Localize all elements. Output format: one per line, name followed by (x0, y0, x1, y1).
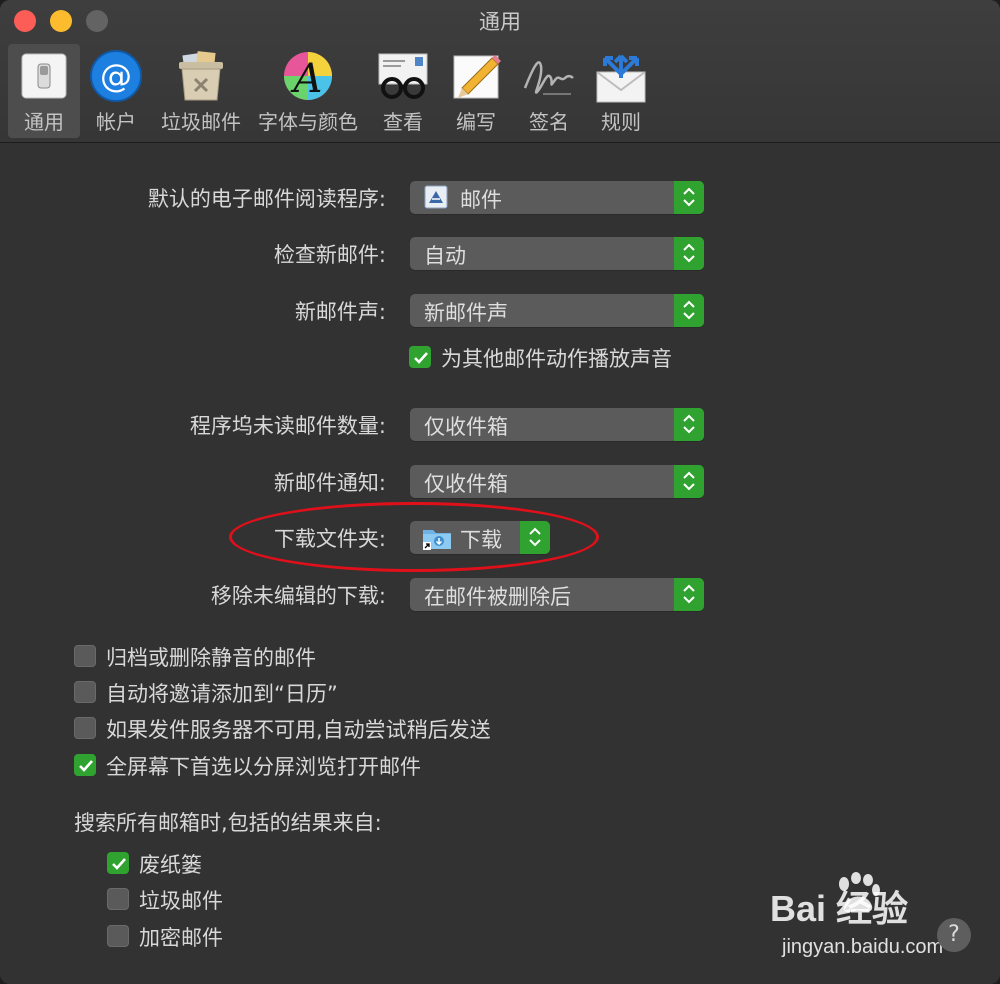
svg-text:A: A (290, 56, 323, 102)
tab-rules-label: 规则 (601, 110, 641, 134)
notifications-value: 仅收件箱 (424, 472, 508, 496)
tab-general[interactable]: 通用 (8, 44, 80, 138)
check-mail-label: 检查新邮件: (273, 243, 386, 267)
junk-bin-icon (179, 51, 223, 101)
search-encrypted-checkbox[interactable] (107, 925, 129, 947)
search-junk-checkbox[interactable] (107, 888, 129, 910)
search-junk-label: 垃圾邮件 (139, 889, 223, 913)
new-mail-sound-label: 新邮件声: (294, 300, 386, 324)
baidu-watermark: Bai 经验 (770, 888, 909, 929)
titlebar-toolbar: 通用 通用 @ 帐户 垃圾邮件 A 字体与颜色 查看 编写 签名 规则 (0, 0, 1000, 143)
tab-composing-label: 编写 (456, 110, 496, 134)
archive-muted-label: 归档或删除静音的邮件 (106, 646, 316, 670)
tab-viewing[interactable]: 查看 (370, 44, 436, 138)
tab-junk-label: 垃圾邮件 (161, 110, 241, 134)
chevron-up-down-icon (674, 294, 704, 327)
font-color-icon: A (284, 52, 332, 102)
preferences-window: 通用 通用 @ 帐户 垃圾邮件 A 字体与颜色 查看 编写 签名 规则 默认的电… (0, 0, 1000, 984)
add-invitations-label: 自动将邀请添加到“日历” (106, 682, 338, 706)
window-title: 通用 (479, 10, 521, 34)
at-sign-icon: @ (90, 50, 142, 102)
split-view-checkbox[interactable] (74, 754, 96, 776)
tab-junk[interactable]: 垃圾邮件 (156, 44, 246, 138)
tab-fonts-colors-label: 字体与颜色 (258, 110, 358, 134)
help-button[interactable]: ? (937, 918, 971, 952)
split-view-label: 全屏幕下首选以分屏浏览打开邮件 (106, 755, 421, 779)
chevron-up-down-icon (674, 237, 704, 270)
new-mail-sound-popup[interactable]: 新邮件声 (410, 294, 704, 327)
checkmark-icon (112, 858, 126, 870)
retry-send-label: 如果发件服务器不可用,自动尝试稍后发送 (106, 718, 491, 742)
archive-muted-checkbox[interactable] (74, 645, 96, 667)
chevron-up-down-icon (674, 408, 704, 441)
play-sounds-checkbox[interactable] (409, 346, 431, 368)
search-trash-label: 废纸篓 (139, 853, 202, 877)
tab-rules[interactable]: 规则 (590, 44, 652, 138)
play-sounds-label: 为其他邮件动作播放声音 (441, 347, 672, 371)
glasses-envelope-icon (378, 53, 428, 99)
default-reader-popup[interactable]: 邮件 (410, 181, 704, 214)
chevron-up-down-icon (674, 465, 704, 498)
default-reader-value: 邮件 (460, 188, 502, 212)
dock-unread-popup[interactable]: 仅收件箱 (410, 408, 704, 441)
dock-unread-label: 程序坞未读邮件数量: (189, 414, 386, 438)
new-mail-sound-value: 新邮件声 (424, 301, 508, 325)
remove-downloads-label: 移除未编辑的下载: (210, 584, 386, 608)
chevron-up-down-icon (674, 181, 704, 214)
check-mail-value: 自动 (424, 244, 466, 268)
tab-fonts-colors[interactable]: A 字体与颜色 (254, 44, 362, 138)
check-mail-popup[interactable]: 自动 (410, 237, 704, 270)
rules-envelope-icon (596, 54, 646, 103)
notifications-popup[interactable]: 仅收件箱 (410, 465, 704, 498)
retry-send-checkbox[interactable] (74, 717, 96, 739)
default-reader-label: 默认的电子邮件阅读程序: (147, 187, 386, 211)
remove-downloads-value: 在邮件被删除后 (424, 585, 571, 609)
tab-signatures[interactable]: 签名 (516, 44, 582, 138)
search-trash-checkbox[interactable] (107, 852, 129, 874)
mail-app-icon (424, 185, 448, 209)
baidu-watermark-url: jingyan.baidu.com (782, 936, 944, 958)
tab-composing[interactable]: 编写 (444, 44, 508, 138)
search-encrypted-label: 加密邮件 (139, 926, 223, 950)
add-invitations-checkbox[interactable] (74, 681, 96, 703)
tab-signatures-label: 签名 (529, 110, 569, 134)
general-switch-icon (21, 53, 67, 99)
search-heading: 搜索所有邮箱时,包括的结果来自: (74, 811, 382, 835)
highlight-ellipse (229, 502, 599, 572)
notifications-label: 新邮件通知: (273, 471, 386, 495)
tab-viewing-label: 查看 (383, 110, 423, 134)
checkmark-icon (79, 760, 93, 772)
dock-unread-value: 仅收件箱 (424, 415, 508, 439)
remove-downloads-popup[interactable]: 在邮件被删除后 (410, 578, 704, 611)
chevron-up-down-icon (674, 578, 704, 611)
tab-accounts-label: 帐户 (96, 110, 136, 134)
svg-text:@: @ (100, 57, 132, 95)
tab-general-label: 通用 (24, 110, 64, 134)
checkmark-icon (414, 352, 428, 364)
tab-accounts[interactable]: @ 帐户 (84, 44, 148, 138)
signature-icon (523, 61, 574, 95)
pencil-paper-icon (453, 55, 501, 99)
